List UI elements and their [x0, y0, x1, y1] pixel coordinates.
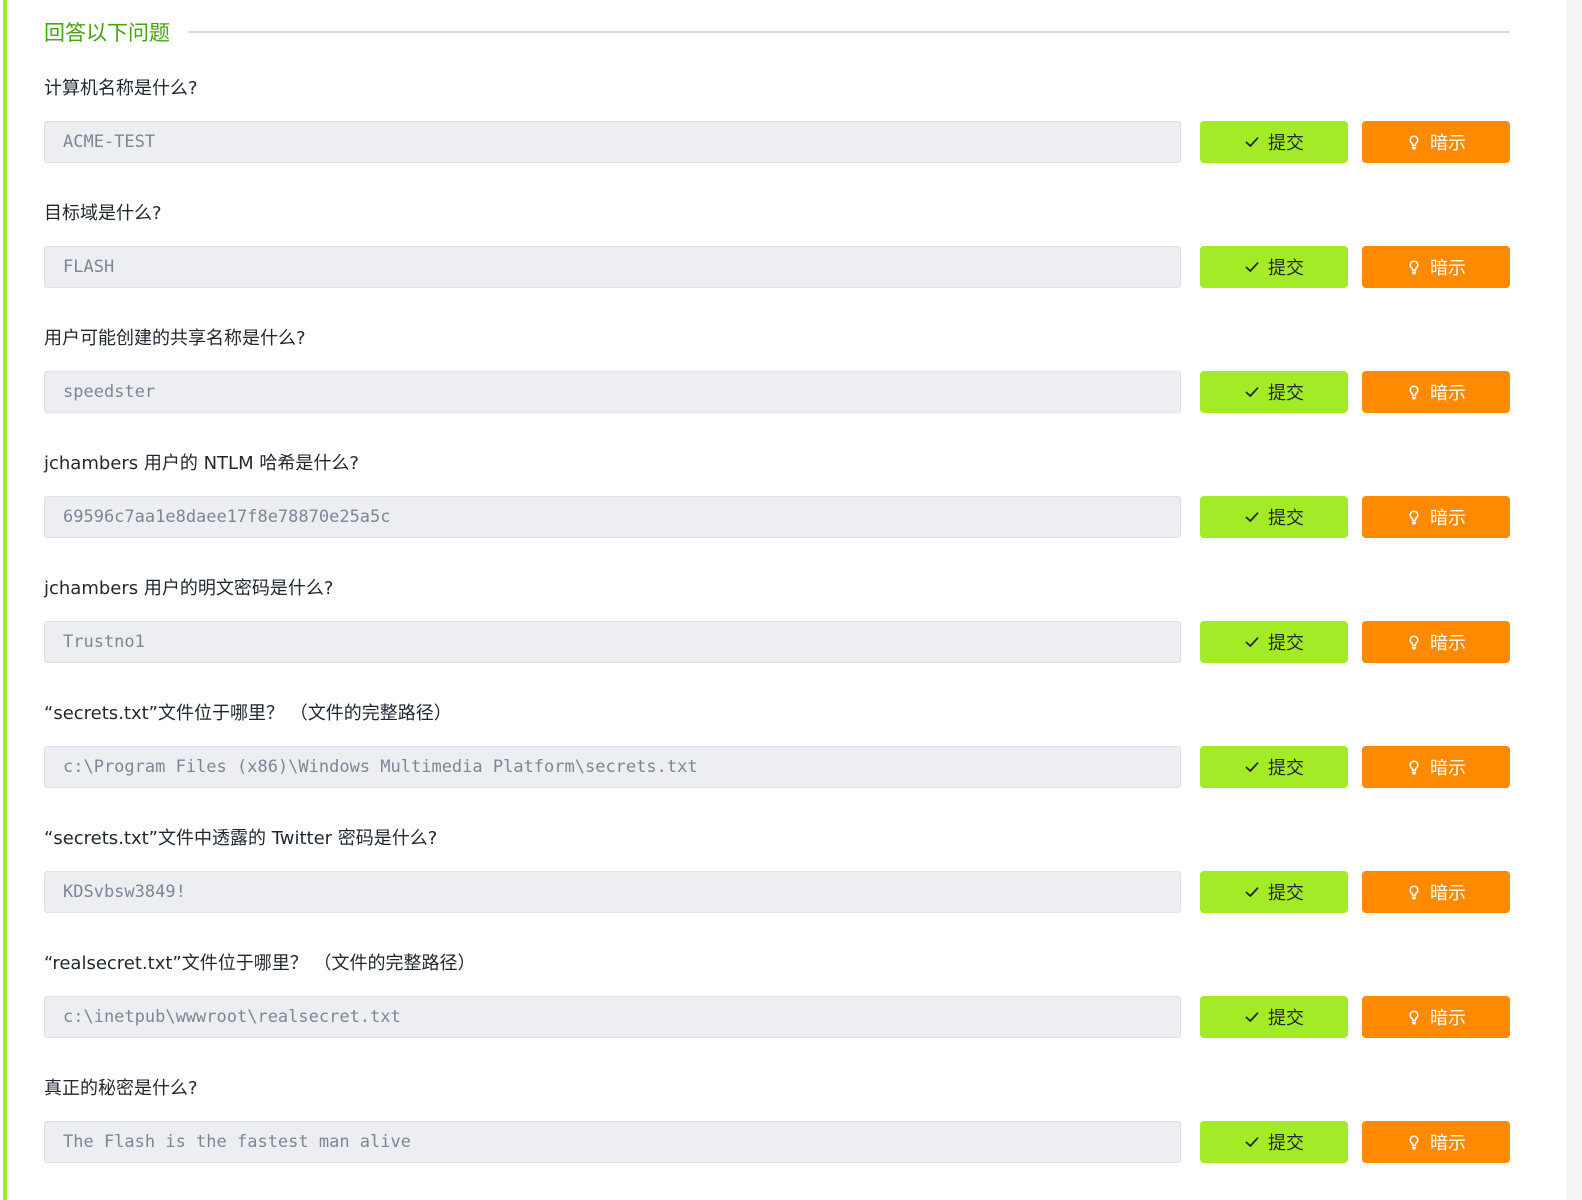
submit-button[interactable]: 提交 [1200, 871, 1348, 913]
question-item: 真正的秘密是什么? 提交 暗示 [44, 1064, 1510, 1189]
check-icon [1244, 1009, 1260, 1025]
questions-panel: 回答以下问题 计算机名称是什么?提交暗示目标域是什么?提交暗示用户可能创建的共享… [0, 0, 1582, 1200]
answer-input[interactable] [44, 371, 1181, 413]
hint-button[interactable]: 暗示 [1362, 246, 1510, 288]
hint-label: 暗示 [1430, 258, 1466, 279]
accent-bar [3, 0, 7, 1200]
submit-button[interactable]: 提交 [1200, 246, 1348, 288]
hint-button[interactable]: 暗示 [1362, 496, 1510, 538]
answer-input[interactable] [44, 621, 1181, 663]
check-icon [1244, 259, 1260, 275]
question-label: “realsecret.txt”文件位于哪里？ （文件的完整路径） [44, 953, 476, 974]
answer-row: 提交 暗示 [44, 871, 1510, 913]
section-title: 回答以下问题 [44, 21, 170, 45]
hint-button[interactable]: 暗示 [1362, 371, 1510, 413]
question-item: jchambers 用户的 NTLM 哈希是什么? 提交 暗示 [44, 439, 1510, 564]
hint-label: 暗示 [1430, 758, 1466, 779]
section-divider [188, 31, 1510, 33]
question-label: 计算机名称是什么? [44, 78, 198, 99]
hint-button[interactable]: 暗示 [1362, 871, 1510, 913]
question-item: 用户可能创建的共享名称是什么? 提交 暗示 [44, 314, 1510, 439]
section-header: 回答以下问题 [44, 14, 1510, 50]
check-icon [1244, 1134, 1260, 1150]
submit-button[interactable]: 提交 [1200, 371, 1348, 413]
hint-label: 暗示 [1430, 133, 1466, 154]
answer-row: 提交 暗示 [44, 246, 1510, 288]
submit-button[interactable]: 提交 [1200, 746, 1348, 788]
check-icon [1244, 634, 1260, 650]
lightbulb-icon [1406, 134, 1422, 150]
hint-label: 暗示 [1430, 508, 1466, 529]
submit-label: 提交 [1268, 133, 1304, 154]
answer-input[interactable] [44, 121, 1181, 163]
answer-input[interactable] [44, 746, 1181, 788]
answer-row: 提交 暗示 [44, 746, 1510, 788]
question-item: 目标域是什么? 提交 暗示 [44, 189, 1510, 314]
hint-button[interactable]: 暗示 [1362, 1121, 1510, 1163]
submit-label: 提交 [1268, 883, 1304, 904]
submit-label: 提交 [1268, 508, 1304, 529]
question-label: “secrets.txt”文件中透露的 Twitter 密码是什么? [44, 828, 438, 849]
submit-label: 提交 [1268, 758, 1304, 779]
question-label: 用户可能创建的共享名称是什么? [44, 328, 306, 349]
check-icon [1244, 884, 1260, 900]
question-label: jchambers 用户的 NTLM 哈希是什么? [44, 453, 359, 474]
question-item: 计算机名称是什么? 提交 暗示 [44, 64, 1510, 189]
submit-label: 提交 [1268, 633, 1304, 654]
question-item: jchambers 用户的明文密码是什么? 提交 暗示 [44, 564, 1510, 689]
lightbulb-icon [1406, 509, 1422, 525]
answer-row: 提交 暗示 [44, 621, 1510, 663]
hint-label: 暗示 [1430, 1008, 1466, 1029]
hint-label: 暗示 [1430, 383, 1466, 404]
hint-button[interactable]: 暗示 [1362, 621, 1510, 663]
hint-label: 暗示 [1430, 883, 1466, 904]
submit-button[interactable]: 提交 [1200, 1121, 1348, 1163]
question-label: 目标域是什么? [44, 203, 162, 224]
answer-input[interactable] [44, 496, 1181, 538]
check-icon [1244, 509, 1260, 525]
hint-label: 暗示 [1430, 1133, 1466, 1154]
submit-button[interactable]: 提交 [1200, 621, 1348, 663]
check-icon [1244, 384, 1260, 400]
submit-label: 提交 [1268, 1008, 1304, 1029]
answer-row: 提交 暗示 [44, 496, 1510, 538]
submit-button[interactable]: 提交 [1200, 496, 1348, 538]
lightbulb-icon [1406, 884, 1422, 900]
question-item: “secrets.txt”文件中透露的 Twitter 密码是什么? 提交 暗示 [44, 814, 1510, 939]
submit-label: 提交 [1268, 1133, 1304, 1154]
check-icon [1244, 134, 1260, 150]
answer-input[interactable] [44, 996, 1181, 1038]
answer-row: 提交 暗示 [44, 996, 1510, 1038]
lightbulb-icon [1406, 1009, 1422, 1025]
lightbulb-icon [1406, 634, 1422, 650]
lightbulb-icon [1406, 759, 1422, 775]
question-item: “secrets.txt”文件位于哪里？ （文件的完整路径） 提交 暗示 [44, 689, 1510, 814]
answer-row: 提交 暗示 [44, 1121, 1510, 1163]
lightbulb-icon [1406, 1134, 1422, 1150]
hint-button[interactable]: 暗示 [1362, 996, 1510, 1038]
hint-button[interactable]: 暗示 [1362, 746, 1510, 788]
answer-input[interactable] [44, 246, 1181, 288]
submit-label: 提交 [1268, 258, 1304, 279]
hint-button[interactable]: 暗示 [1362, 121, 1510, 163]
question-item: “realsecret.txt”文件位于哪里？ （文件的完整路径） 提交 暗示 [44, 939, 1510, 1064]
submit-button[interactable]: 提交 [1200, 996, 1348, 1038]
hint-label: 暗示 [1430, 633, 1466, 654]
lightbulb-icon [1406, 259, 1422, 275]
check-icon [1244, 759, 1260, 775]
lightbulb-icon [1406, 384, 1422, 400]
submit-button[interactable]: 提交 [1200, 121, 1348, 163]
scrollbar-track[interactable] [1566, 0, 1582, 1200]
answer-input[interactable] [44, 1121, 1181, 1163]
answer-row: 提交 暗示 [44, 121, 1510, 163]
question-label: “secrets.txt”文件位于哪里？ （文件的完整路径） [44, 703, 452, 724]
answer-row: 提交 暗示 [44, 371, 1510, 413]
question-list: 计算机名称是什么?提交暗示目标域是什么?提交暗示用户可能创建的共享名称是什么?提… [44, 64, 1510, 1189]
answer-input[interactable] [44, 871, 1181, 913]
submit-label: 提交 [1268, 383, 1304, 404]
question-label: jchambers 用户的明文密码是什么? [44, 578, 334, 599]
question-label: 真正的秘密是什么? [44, 1078, 198, 1099]
